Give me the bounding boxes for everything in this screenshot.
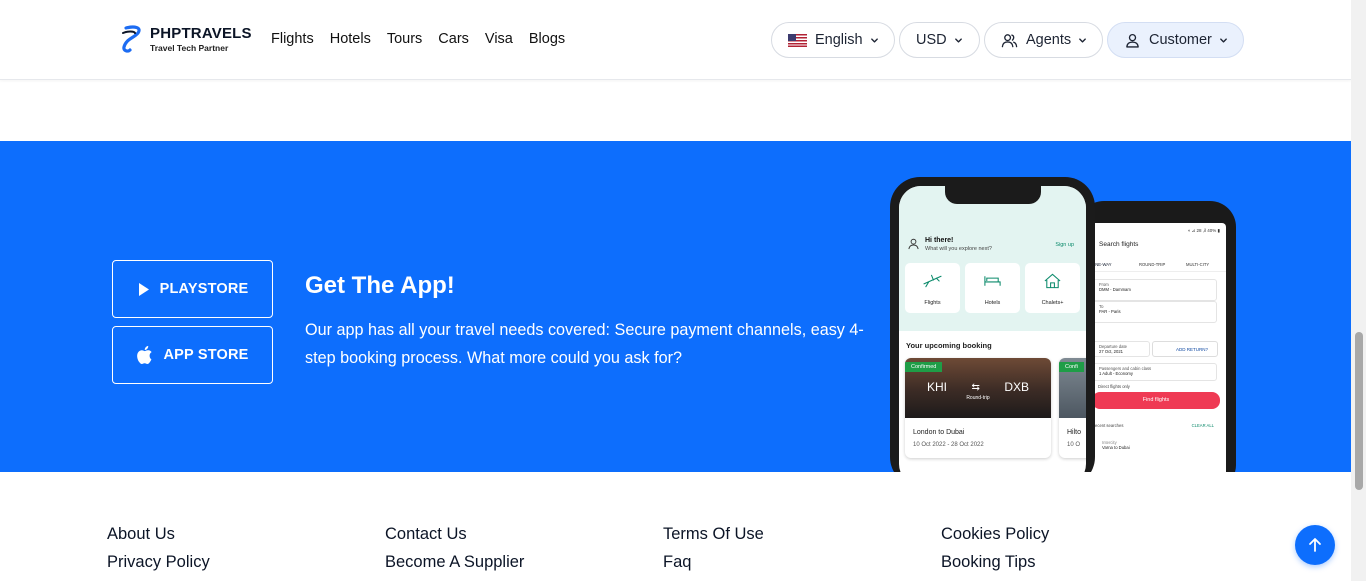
footer-faq[interactable]: Faq [663,553,691,572]
appstore-button[interactable]: APP STORE [112,326,273,384]
app-section-description: Our app has all your travel needs covere… [305,321,864,367]
category-chalets: Chalets+ [1025,263,1080,313]
booking-dates: 10 O [1067,442,1081,448]
footer-about-us[interactable]: About Us [107,525,175,544]
from-field: From DMM - Dammam [1092,279,1217,301]
booking-card: Confi Hilto 10 O [1059,358,1086,458]
users-icon [1001,33,1018,47]
booking-dates: 10 Oct 2022 - 28 Oct 2022 [913,442,984,448]
brand-tagline: Travel Tech Partner [150,42,229,53]
playstore-label: PLAYSTORE [159,281,249,297]
main-nav: Flights Hotels Tours Cars Visa Blogs [271,31,581,47]
customer-label: Customer [1149,32,1212,48]
trip-type-tabs: ONE-WAY ROUND-TRIP MULTI-CITY [1086,258,1226,272]
status-badge: Confirmed [905,362,943,372]
phone-greeting-subtitle: What will you explore next? [925,246,992,252]
chevron-down-icon [1079,37,1087,43]
agents-label: Agents [1026,32,1072,48]
chevron-down-icon [954,37,962,43]
booking-route: Hilto [1067,429,1082,436]
us-flag-icon [788,33,807,47]
house-icon [1044,273,1061,289]
tab-multi-city: MULTI-CITY [1186,262,1210,267]
category-flights: Flights [905,263,960,313]
upcoming-booking-title: Your upcoming booking [906,341,992,350]
nav-cars[interactable]: Cars [438,31,469,47]
bed-icon [984,276,1001,286]
status-badge: Confi [1059,362,1084,372]
category-hotels: Hotels [965,263,1020,313]
footer-booking-tips[interactable]: Booking Tips [941,553,1035,572]
apple-icon [137,345,153,365]
footer-become-supplier[interactable]: Become A Supplier [385,553,524,572]
route-codes: KHI ⇆ DXB [927,380,1029,394]
footer-contact-us[interactable]: Contact Us [385,525,467,544]
recent-searches: Recent searches CLEAR ALL Intercity Varn… [1092,423,1214,450]
page-scrollbar[interactable] [1351,0,1366,581]
booking-card: Confirmed KHI ⇆ DXB Round-trip London to… [905,358,1051,458]
nav-tours[interactable]: Tours [387,31,422,47]
add-return-button: ADD RETURN? [1152,341,1218,357]
appstore-label: APP STORE [163,347,249,363]
get-the-app-section: PLAYSTORE APP STORE Get The App! Our app… [0,141,1351,472]
departure-field: Departure date 27 Oct, 2021 [1092,341,1150,357]
brand-name: PHPTRAVELS [150,24,252,42]
logo-swoosh-icon [122,25,141,53]
back-to-top-button[interactable] [1295,525,1335,565]
language-dropdown[interactable]: English [771,22,895,58]
chevron-down-icon [870,37,878,43]
phone-mockup-front: Hi there! What will you explore next? Si… [890,177,1095,472]
scrollbar-thumb[interactable] [1355,332,1363,490]
direct-flights-label: Direct flights only [1098,384,1130,389]
user-icon [1126,33,1139,48]
currency-dropdown[interactable]: USD [899,22,980,58]
brand-logo[interactable]: PHPTRAVELS Travel Tech Partner [120,25,252,53]
nav-hotels[interactable]: Hotels [330,31,371,47]
find-flights-button: Find flights [1092,392,1220,409]
chevron-down-icon [1219,37,1227,43]
phone-signup-link: Sign up [1055,242,1074,248]
customer-dropdown[interactable]: Customer [1107,22,1244,58]
arrow-up-icon [1309,538,1321,552]
phone-status-bar: ◖ ⊿ 28 ,il 40% ▮ [1187,228,1220,233]
site-header: PHPTRAVELS Travel Tech Partner Flights H… [0,0,1351,80]
footer-cookies-policy[interactable]: Cookies Policy [941,525,1049,544]
phone-greeting: Hi there! [925,237,954,244]
to-field: To PAR - Paris [1092,301,1217,323]
booking-route: London to Dubai [913,429,965,436]
play-icon [138,282,149,296]
app-section-title: Get The App! [305,272,455,299]
user-icon [908,238,919,250]
passengers-field: Passengers and cabin class 1 Adult - Eco… [1092,363,1217,381]
swap-arrows-icon: ⇆ [971,382,980,393]
language-label: English [815,32,863,48]
search-flights-title: Search flights [1099,241,1139,248]
nav-visa[interactable]: Visa [485,31,513,47]
trip-type: Round-trip [966,395,990,401]
agents-dropdown[interactable]: Agents [984,22,1103,58]
playstore-button[interactable]: PLAYSTORE [112,260,273,318]
footer-terms-of-use[interactable]: Terms Of Use [663,525,764,544]
currency-label: USD [916,32,947,48]
tab-round-trip: ROUND-TRIP [1139,262,1166,267]
phone-mockup-back: ◖ ⊿ 28 ,il 40% ▮ Search flights ONE-WAY … [1078,201,1236,472]
nav-flights[interactable]: Flights [271,31,314,47]
nav-blogs[interactable]: Blogs [529,31,565,47]
footer-privacy-policy[interactable]: Privacy Policy [107,553,210,572]
airplane-icon [923,274,942,288]
phone-notch [944,186,1041,204]
